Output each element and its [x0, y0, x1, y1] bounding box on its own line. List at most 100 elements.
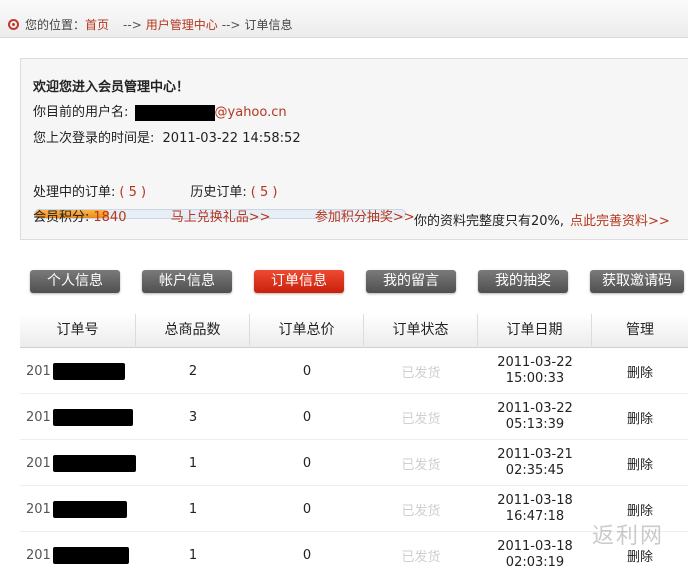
order-id-cell: 201 — [20, 440, 136, 486]
column-header-order-id: 订单号 — [20, 314, 136, 348]
points-value: 1840 — [93, 210, 127, 225]
item-count-cell: 1 — [188, 501, 198, 517]
username-label: 你目前的用户名: — [33, 105, 129, 120]
column-header-item-count: 总商品数 — [136, 314, 250, 348]
profile-progress-text: 你的资料完整度只有20%, — [414, 214, 565, 229]
order-id-prefix: 201 — [26, 409, 51, 425]
points-lottery-link[interactable]: 参加积分抽奖>> — [315, 210, 415, 225]
tab-my-messages[interactable]: 我的留言 — [366, 270, 456, 293]
order-status-cell: 已发货 — [401, 457, 441, 473]
manage-cell: 删除 — [592, 440, 688, 486]
item-count-cell: 2 — [188, 363, 198, 379]
username-domain: @yahoo.cn — [214, 105, 287, 120]
order-total-cell: 0 — [302, 547, 312, 563]
order-id-cell: 201 — [20, 394, 136, 440]
orders-summary-line: 处理中的订单:( 5 ) 历史订单:( 5 ) — [33, 181, 277, 200]
order-id-prefix: 201 — [26, 547, 51, 563]
order-time: 05:13:39 — [505, 417, 565, 432]
item-count-cell: 1 — [188, 455, 198, 471]
table-row: 201 1 0 已发货 2011-03-18 16:47:18 删除 — [20, 486, 688, 532]
redeem-gifts-link[interactable]: 马上兑换礼品>> — [171, 210, 271, 225]
delete-order-link[interactable]: 删除 — [627, 500, 653, 519]
order-id-redaction — [52, 454, 136, 472]
order-status-cell: 已发货 — [401, 365, 441, 381]
table-row: 201 1 0 已发货 2011-03-18 02:03:19 删除 — [20, 532, 688, 573]
order-total-cell: 0 — [302, 409, 312, 425]
manage-cell: 删除 — [592, 348, 688, 394]
last-login-label: 您上次登录的时间是: — [33, 131, 155, 146]
delete-order-link[interactable]: 删除 — [627, 454, 653, 473]
column-header-date: 订单日期 — [478, 314, 592, 348]
tab-account-info[interactable]: 帐户信息 — [142, 270, 232, 293]
last-login-value: 2011-03-22 14:58:52 — [162, 131, 301, 146]
location-icon — [8, 19, 19, 30]
item-count-cell: 3 — [188, 409, 198, 425]
breadcrumb-separator: --> — [123, 17, 142, 32]
order-status-cell: 已发货 — [401, 549, 441, 565]
username-line: 你目前的用户名: @yahoo.cn — [33, 101, 287, 121]
manage-cell: 删除 — [592, 394, 688, 440]
delete-order-link[interactable]: 删除 — [627, 362, 653, 381]
history-orders-label: 历史订单: — [190, 185, 247, 200]
column-header-status: 订单状态 — [364, 314, 478, 348]
order-id-redaction — [52, 500, 127, 518]
tab-personal-info[interactable]: 个人信息 — [30, 270, 120, 293]
column-header-manage: 管理 — [626, 322, 654, 338]
column-header-total: 订单总价 — [250, 314, 364, 348]
order-date: 2011-03-22 — [497, 355, 573, 370]
table-row: 201 1 0 已发货 2011-03-21 02:35:45 删除 — [20, 440, 688, 486]
breadcrumb-separator: --> — [221, 17, 241, 32]
history-orders-count: ( 5 ) — [250, 185, 278, 200]
order-id-redaction — [52, 546, 129, 564]
site-watermark: 返利网 — [592, 524, 665, 549]
points-label: 会员积分: — [33, 210, 90, 225]
tab-order-info[interactable]: 订单信息 — [254, 270, 344, 293]
table-row: 201 2 0 已发货 2011-03-22 15:00:33 删除 — [20, 348, 688, 394]
order-id-prefix: 201 — [26, 501, 51, 517]
order-id-prefix: 201 — [26, 455, 51, 471]
breadcrumb-home-link[interactable]: 首页 — [85, 16, 109, 33]
order-id-cell: 201 — [20, 532, 136, 573]
tab-my-lottery[interactable]: 我的抽奖 — [478, 270, 568, 293]
order-date-cell: 2011-03-22 05:13:39 — [478, 394, 592, 440]
order-id-cell: 201 — [20, 348, 136, 394]
points-line: 会员积分: 1840 马上兑换礼品>> 参加积分抽奖>> — [33, 206, 415, 225]
breadcrumb-bar: 您的位置： 首页 --> 用户管理中心 --> 订单信息 — [0, 0, 688, 38]
orders-table-header: 订单号 总商品数 订单总价 订单状态 订单日期 管理 — [20, 314, 688, 348]
processing-orders-label: 处理中的订单: — [33, 185, 116, 200]
order-time: 16:47:18 — [505, 509, 565, 524]
order-date-cell: 2011-03-18 02:03:19 — [478, 532, 592, 573]
username-redaction — [134, 104, 215, 121]
order-status-cell: 已发货 — [401, 503, 441, 519]
order-status-cell: 已发货 — [401, 411, 441, 427]
order-total-cell: 0 — [302, 455, 312, 471]
order-date-cell: 2011-03-18 16:47:18 — [478, 486, 592, 532]
order-total-cell: 0 — [302, 501, 312, 517]
order-date: 2011-03-22 — [497, 401, 573, 416]
order-date: 2011-03-18 — [497, 493, 573, 508]
order-date-cell: 2011-03-21 02:35:45 — [478, 440, 592, 486]
processing-orders-count: ( 5 ) — [119, 185, 147, 200]
breadcrumb-current: 订单信息 — [244, 18, 293, 32]
order-total-cell: 0 — [302, 363, 312, 379]
order-id-cell: 201 — [20, 486, 136, 532]
member-info-panel: 欢迎您进入会员管理中心！ 你目前的用户名: @yahoo.cn 您上次登录的时间… — [20, 58, 688, 240]
order-time: 02:03:19 — [505, 555, 565, 570]
breadcrumb-center-link[interactable]: 用户管理中心 — [146, 16, 218, 33]
order-id-prefix: 201 — [26, 363, 51, 379]
order-time: 15:00:33 — [505, 371, 565, 386]
breadcrumb-label: 您的位置： — [25, 18, 86, 32]
last-login-line: 您上次登录的时间是: 2011-03-22 14:58:52 — [33, 127, 301, 146]
item-count-cell: 1 — [188, 547, 198, 563]
order-id-redaction — [52, 408, 133, 426]
delete-order-link[interactable]: 删除 — [627, 408, 653, 427]
breadcrumb: 您的位置： 首页 --> 用户管理中心 --> 订单信息 — [8, 16, 293, 33]
order-date: 2011-03-18 — [497, 539, 573, 554]
order-date-cell: 2011-03-22 15:00:33 — [478, 348, 592, 394]
profile-progress-note: 你的资料完整度只有20%, 点此完善资料>> — [414, 210, 670, 229]
order-time: 02:35:45 — [505, 463, 565, 478]
complete-profile-link[interactable]: 点此完善资料>> — [570, 214, 670, 229]
tab-invite-code[interactable]: 获取邀请码 — [590, 270, 684, 293]
order-date: 2011-03-21 — [497, 447, 573, 462]
welcome-heading: 欢迎您进入会员管理中心！ — [33, 80, 190, 95]
